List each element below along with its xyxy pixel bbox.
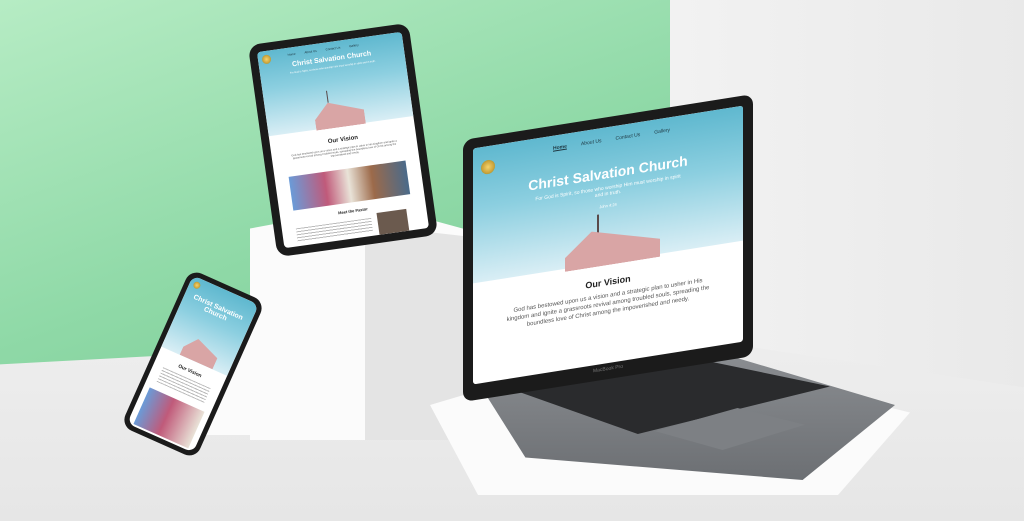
device-mockup-scene: Home About Us Contact Us Gallery Christ …	[0, 0, 1024, 521]
tablet-device: Home About Us Contact Us Gallery Christ …	[247, 22, 439, 258]
tablet-screen: Home About Us Contact Us Gallery Christ …	[256, 31, 430, 249]
laptop-screen: Home About Us Contact Us Gallery Christ …	[473, 105, 743, 385]
pastor-photo	[376, 208, 410, 235]
laptop-cross-icon	[597, 214, 599, 233]
laptop-lid: Home About Us Contact Us Gallery Christ …	[463, 94, 753, 402]
